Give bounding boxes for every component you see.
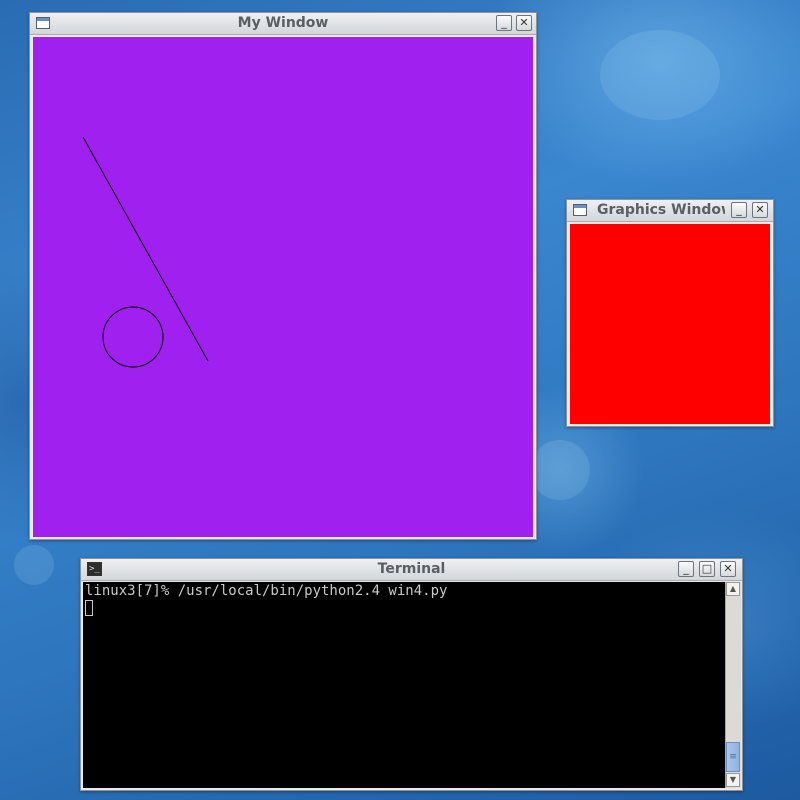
scroll-down-arrow-icon[interactable]: ▼ [726, 773, 740, 787]
terminal-scrollbar[interactable]: ▲ ≡ ▼ [725, 582, 741, 788]
my-window-titlebar[interactable]: My Window _ ✕ [30, 13, 536, 35]
terminal-titlebar[interactable]: >_ Terminal _ □ ✕ [81, 559, 742, 581]
minimize-button[interactable]: _ [731, 202, 747, 218]
close-button[interactable]: ✕ [752, 202, 768, 218]
minimize-button[interactable]: _ [678, 561, 694, 577]
graphics-window-titlebar[interactable]: Graphics Window _ ✕ [567, 200, 773, 222]
window-title: Graphics Window [597, 202, 725, 218]
window-title: My Window [237, 15, 329, 31]
scrollbar-thumb[interactable]: ≡ [726, 742, 740, 772]
desktop-bubble [600, 30, 720, 120]
graphics-window[interactable]: Graphics Window _ ✕ [566, 199, 774, 427]
close-button[interactable]: ✕ [516, 15, 532, 31]
circle-shape [102, 306, 164, 368]
desktop-bubble [530, 440, 590, 500]
terminal-screen[interactable]: linux3[7]% /usr/local/bin/python2.4 win4… [83, 582, 725, 788]
terminal-window[interactable]: >_ Terminal _ □ ✕ linux3[7]% /usr/local/… [80, 558, 743, 791]
window-title: Terminal [377, 561, 446, 577]
terminal-cursor [85, 600, 93, 616]
drawing-canvas [82, 136, 209, 368]
window-menu-icon[interactable] [573, 204, 587, 216]
close-button[interactable]: ✕ [720, 561, 736, 577]
desktop-bubble [14, 545, 54, 585]
terminal-prompt-line: linux3[7]% /usr/local/bin/python2.4 win4… [85, 583, 448, 599]
minimize-button[interactable]: _ [496, 15, 512, 31]
maximize-button[interactable]: □ [699, 561, 715, 577]
scroll-up-arrow-icon[interactable]: ▲ [726, 582, 740, 596]
diagonal-line [82, 136, 209, 362]
graphics-window-canvas[interactable] [570, 224, 770, 424]
my-window-canvas[interactable] [33, 37, 533, 537]
my-window[interactable]: My Window _ ✕ [29, 12, 537, 540]
